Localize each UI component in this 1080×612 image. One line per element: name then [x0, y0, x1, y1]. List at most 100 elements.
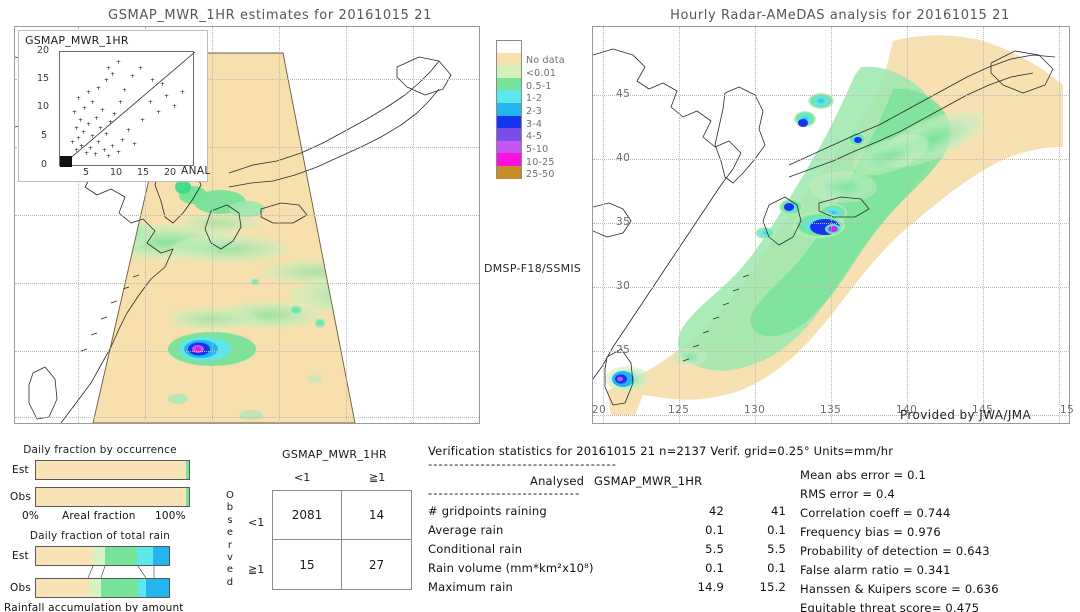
svg-text:+: +	[112, 111, 117, 118]
contingency-cell-false-alarm: 14	[342, 491, 411, 540]
occurrence-chart: Daily fraction by occurrence Est Obs 0% …	[0, 444, 200, 522]
svg-text:+: +	[108, 119, 113, 126]
bar-segment	[36, 579, 90, 597]
colorbar-label: 4-5	[526, 131, 543, 142]
svg-text:+: +	[93, 151, 98, 158]
svg-text:+: +	[76, 95, 81, 102]
bar-segment	[146, 579, 169, 597]
contingency-cell-hit-miss: 2081	[273, 491, 342, 540]
svg-text:+: +	[150, 77, 155, 84]
right-lon-tick: 125	[668, 404, 690, 416]
score-ets: Equitable threat score= 0.475	[800, 601, 980, 612]
svg-text:+: +	[116, 149, 121, 156]
bar-segment	[36, 488, 186, 506]
colorbar-label: 1-2	[526, 93, 543, 104]
side-label-char: d	[226, 576, 234, 588]
svg-text:+: +	[120, 137, 125, 144]
svg-text:+: +	[140, 117, 145, 124]
left-panel-title: GSMAP_MWR_1HR estimates for 20161015 21	[108, 8, 432, 23]
svg-text:+: +	[110, 71, 115, 78]
colorbar-swatch-blank	[496, 40, 522, 53]
stat-row-analysed: 0.1	[705, 523, 724, 537]
svg-text:+: +	[126, 127, 131, 134]
inset-xtick: 20	[164, 167, 177, 178]
sensor-label: DMSP-F18/SSMIS	[484, 262, 582, 275]
score-correlation: Correlation coeff = 0.744	[800, 506, 951, 520]
colorbar-swatch	[496, 153, 522, 166]
svg-text:+: +	[82, 105, 87, 112]
contingency-cell-miss: 15	[273, 540, 342, 589]
stat-row-estimate: 15.2	[759, 580, 786, 594]
colorbar-legend: No data <0.01 0.5-1 1-2 2-3 3-4 4-5 5-10…	[496, 40, 565, 180]
inset-ytick: 15	[37, 73, 50, 84]
amount-chart: Daily fraction of total rain Est Obs Rai…	[0, 530, 200, 612]
contingency-header: GSMAP_MWR_1HR	[282, 448, 387, 461]
occurrence-axis-min: 0%	[22, 510, 40, 522]
colorbar-label: 3-4	[526, 119, 543, 130]
side-label-char: b	[226, 502, 234, 514]
verification-col-estimate: GSMAP_MWR_1HR	[594, 474, 703, 488]
colorbar-label: 2-3	[526, 106, 543, 117]
bar-segment	[89, 579, 102, 597]
inset-plot-box: + + + + + + + + + + + + + + + + + + + + + + + + + + + + + + …	[59, 51, 196, 168]
occurrence-chart-title: Daily fraction by occurrence	[23, 444, 177, 456]
svg-text:+: +	[78, 117, 83, 124]
right-lat-tick: 25	[616, 344, 631, 356]
occurrence-bar-est	[35, 460, 190, 480]
stat-row-name: Conditional rain	[428, 542, 523, 556]
stat-row-estimate: 0.1	[767, 561, 786, 575]
side-label-char: O	[226, 490, 234, 501]
contingency-table: GSMAP_MWR_1HR <1 ≧1 O b s e r v e d <1 ≧…	[204, 444, 414, 604]
right-panel-title: Hourly Radar-AMeDAS analysis for 2016101…	[670, 8, 1010, 23]
amount-row-label-est: Est	[12, 550, 29, 562]
verification-divider-2: -----------------------------	[428, 486, 581, 500]
svg-text:+: +	[138, 65, 143, 72]
contingency-col-label-lt1: <1	[294, 471, 311, 484]
right-lat-tick: 30	[616, 280, 631, 292]
inset-xtick: 15	[137, 167, 150, 178]
svg-text:+: +	[160, 81, 165, 88]
score-frequency-bias: Frequency bias = 0.976	[800, 525, 941, 539]
verification-stats: Verification statistics for 20161015 21 …	[428, 444, 893, 604]
svg-text:+: +	[79, 143, 84, 150]
side-label-char: e	[226, 527, 234, 539]
score-pod: Probability of detection = 0.643	[800, 544, 990, 558]
stat-row-analysed: 0.1	[705, 561, 724, 575]
bar-segment	[105, 547, 138, 565]
svg-text:+: +	[96, 139, 101, 146]
amount-bar-obs	[35, 578, 170, 598]
bar-segment	[101, 579, 139, 597]
stat-row-analysed: 42	[708, 504, 724, 518]
svg-text:+: +	[180, 89, 185, 96]
colorbar-swatch	[496, 77, 522, 91]
contingency-row-label-ge1: ≧1	[248, 563, 265, 576]
inset-xtick: 10	[110, 167, 123, 178]
stat-row-name: # gridpoints raining	[428, 504, 547, 518]
contingency-row-label-lt1: <1	[248, 516, 265, 529]
colorbar-label: 10-25	[526, 157, 555, 168]
stat-row-estimate: 41	[770, 504, 786, 518]
stat-row-name: Rain volume (mm*km²x10⁸)	[428, 561, 594, 575]
amount-chart-title: Daily fraction of total rain	[29, 530, 171, 542]
contingency-col-label-ge1: ≧1	[369, 471, 386, 484]
svg-text:+: +	[132, 141, 137, 148]
amount-row-label-obs: Obs	[10, 582, 32, 594]
inset-ytick: 20	[37, 45, 50, 56]
colorbar-swatch	[496, 65, 522, 78]
bar-segment	[138, 579, 147, 597]
svg-text:+: +	[70, 139, 75, 146]
colorbar-swatch	[496, 90, 522, 103]
svg-text:+: +	[164, 93, 169, 100]
colorbar-label: 25-50	[526, 169, 555, 180]
svg-text:+: +	[81, 129, 86, 136]
colorbar-swatch	[496, 140, 522, 154]
score-rms-error: RMS error = 0.4	[800, 487, 895, 501]
contingency-cell-hit: 27	[368, 557, 385, 572]
svg-text:+: +	[72, 109, 77, 116]
right-lat-tick: 35	[616, 216, 631, 228]
inset-xaxis-label: ANAL	[181, 165, 211, 177]
inset-ytick: 5	[41, 130, 48, 141]
colorbar-swatch	[496, 165, 522, 179]
right-map-canvas	[593, 27, 1069, 423]
right-lat-tick: 45	[616, 88, 631, 100]
